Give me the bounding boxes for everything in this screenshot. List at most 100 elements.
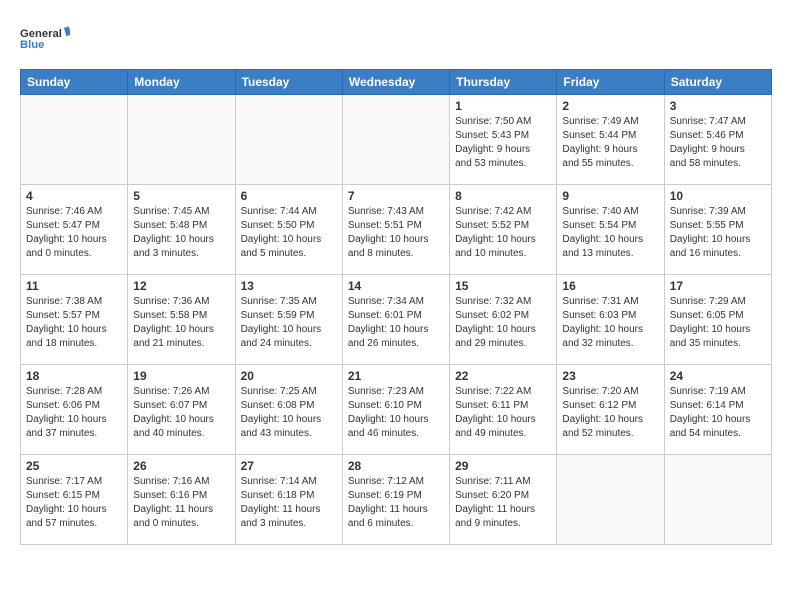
day-number: 20: [241, 369, 337, 383]
day-info: Sunrise: 7:14 AM Sunset: 6:18 PM Dayligh…: [241, 475, 337, 531]
day-number: 3: [670, 99, 766, 113]
day-number: 26: [133, 459, 229, 473]
calendar-cell: 3 Sunrise: 7:47 AM Sunset: 5:46 PM Daylig…: [664, 95, 771, 185]
day-info: Sunrise: 7:19 AM Sunset: 6:14 PM Dayligh…: [670, 385, 766, 441]
day-number: 2: [562, 99, 658, 113]
calendar-cell: 29Sunrise: 7:11 AM Sunset: 6:20 PM Dayli…: [450, 455, 557, 545]
weekday-header-saturday: Saturday: [664, 70, 771, 95]
svg-text:General: General: [20, 28, 62, 40]
day-info: Sunrise: 7:28 AM Sunset: 6:06 PM Dayligh…: [26, 385, 122, 441]
day-number: 16: [562, 279, 658, 293]
calendar-cell: 7 Sunrise: 7:43 AM Sunset: 5:51 PM Daylig…: [342, 185, 449, 275]
calendar-cell: 14 Sunrise: 7:34 AM Sunset: 6:01 PM Dayli…: [342, 275, 449, 365]
day-number: 8: [455, 189, 551, 203]
week-row-1: 4 Sunrise: 7:46 AM Sunset: 5:47 PM Daylig…: [21, 185, 772, 275]
calendar-cell: 8 Sunrise: 7:42 AM Sunset: 5:52 PM Daylig…: [450, 185, 557, 275]
day-info: Sunrise: 7:16 AM Sunset: 6:16 PM Dayligh…: [133, 475, 229, 531]
day-info: Sunrise: 7:36 AM Sunset: 5:58 PM Dayligh…: [133, 295, 229, 351]
day-number: 25: [26, 459, 122, 473]
day-number: 6: [241, 189, 337, 203]
day-info: Sunrise: 7:34 AM Sunset: 6:01 PM Dayligh…: [348, 295, 444, 351]
calendar-cell: [557, 455, 664, 545]
day-number: 11: [26, 279, 122, 293]
weekday-header-wednesday: Wednesday: [342, 70, 449, 95]
day-info: Sunrise: 7:20 AM Sunset: 6:12 PM Dayligh…: [562, 385, 658, 441]
day-number: 7: [348, 189, 444, 203]
day-info: Sunrise: 7:38 AM Sunset: 5:57 PM Dayligh…: [26, 295, 122, 351]
week-row-4: 25Sunrise: 7:17 AM Sunset: 6:15 PM Dayli…: [21, 455, 772, 545]
day-info: Sunrise: 7:40 AM Sunset: 5:54 PM Dayligh…: [562, 205, 658, 261]
day-number: 4: [26, 189, 122, 203]
day-info: Sunrise: 7:42 AM Sunset: 5:52 PM Dayligh…: [455, 205, 551, 261]
day-number: 14: [348, 279, 444, 293]
week-row-2: 11 Sunrise: 7:38 AM Sunset: 5:57 PM Dayli…: [21, 275, 772, 365]
day-number: 18: [26, 369, 122, 383]
day-info: Sunrise: 7:22 AM Sunset: 6:11 PM Dayligh…: [455, 385, 551, 441]
day-number: 13: [241, 279, 337, 293]
day-info: Sunrise: 7:45 AM Sunset: 5:48 PM Dayligh…: [133, 205, 229, 261]
calendar-table: SundayMondayTuesdayWednesdayThursdayFrid…: [20, 69, 772, 545]
calendar-cell: 6 Sunrise: 7:44 AM Sunset: 5:50 PM Daylig…: [235, 185, 342, 275]
day-info: Sunrise: 7:43 AM Sunset: 5:51 PM Dayligh…: [348, 205, 444, 261]
calendar-cell: 24 Sunrise: 7:19 AM Sunset: 6:14 PM Dayli…: [664, 365, 771, 455]
day-info: Sunrise: 7:23 AM Sunset: 6:10 PM Dayligh…: [348, 385, 444, 441]
day-info: Sunrise: 7:46 AM Sunset: 5:47 PM Dayligh…: [26, 205, 122, 261]
calendar-cell: 20 Sunrise: 7:25 AM Sunset: 6:08 PM Dayli…: [235, 365, 342, 455]
day-number: 24: [670, 369, 766, 383]
day-number: 10: [670, 189, 766, 203]
day-number: 21: [348, 369, 444, 383]
day-info: Sunrise: 7:39 AM Sunset: 5:55 PM Dayligh…: [670, 205, 766, 261]
day-info: Sunrise: 7:32 AM Sunset: 6:02 PM Dayligh…: [455, 295, 551, 351]
day-number: 23: [562, 369, 658, 383]
calendar-cell: 15Sunrise: 7:32 AM Sunset: 6:02 PM Dayli…: [450, 275, 557, 365]
calendar-cell: 27 Sunrise: 7:14 AM Sunset: 6:18 PM Dayli…: [235, 455, 342, 545]
day-number: 1: [455, 99, 551, 113]
calendar-cell: [664, 455, 771, 545]
day-number: 5: [133, 189, 229, 203]
day-info: Sunrise: 7:12 AM Sunset: 6:19 PM Dayligh…: [348, 475, 444, 531]
day-info: Sunrise: 7:50 AM Sunset: 5:43 PM Dayligh…: [455, 115, 551, 171]
day-number: 22: [455, 369, 551, 383]
weekday-header-thursday: Thursday: [450, 70, 557, 95]
day-number: 29: [455, 459, 551, 473]
calendar-cell: [235, 95, 342, 185]
day-info: Sunrise: 7:29 AM Sunset: 6:05 PM Dayligh…: [670, 295, 766, 351]
calendar-cell: 10 Sunrise: 7:39 AM Sunset: 5:55 PM Dayli…: [664, 185, 771, 275]
day-info: Sunrise: 7:26 AM Sunset: 6:07 PM Dayligh…: [133, 385, 229, 441]
calendar-cell: 16 Sunrise: 7:31 AM Sunset: 6:03 PM Dayli…: [557, 275, 664, 365]
day-info: Sunrise: 7:25 AM Sunset: 6:08 PM Dayligh…: [241, 385, 337, 441]
weekday-header-tuesday: Tuesday: [235, 70, 342, 95]
calendar-cell: 26 Sunrise: 7:16 AM Sunset: 6:16 PM Dayli…: [128, 455, 235, 545]
day-number: 28: [348, 459, 444, 473]
calendar-cell: 12Sunrise: 7:36 AM Sunset: 5:58 PM Dayli…: [128, 275, 235, 365]
day-number: 27: [241, 459, 337, 473]
calendar-cell: 21 Sunrise: 7:23 AM Sunset: 6:10 PM Dayli…: [342, 365, 449, 455]
calendar-cell: [342, 95, 449, 185]
day-info: Sunrise: 7:47 AM Sunset: 5:46 PM Dayligh…: [670, 115, 766, 171]
day-number: 17: [670, 279, 766, 293]
day-info: Sunrise: 7:49 AM Sunset: 5:44 PM Dayligh…: [562, 115, 658, 171]
weekday-header-friday: Friday: [557, 70, 664, 95]
page-header: General Blue: [20, 16, 772, 61]
day-number: 19: [133, 369, 229, 383]
calendar-cell: 25Sunrise: 7:17 AM Sunset: 6:15 PM Dayli…: [21, 455, 128, 545]
calendar-cell: 5 Sunrise: 7:45 AM Sunset: 5:48 PM Daylig…: [128, 185, 235, 275]
week-row-0: 1 Sunrise: 7:50 AM Sunset: 5:43 PM Daylig…: [21, 95, 772, 185]
day-info: Sunrise: 7:44 AM Sunset: 5:50 PM Dayligh…: [241, 205, 337, 261]
weekday-header-sunday: Sunday: [21, 70, 128, 95]
day-info: Sunrise: 7:31 AM Sunset: 6:03 PM Dayligh…: [562, 295, 658, 351]
calendar-cell: 28 Sunrise: 7:12 AM Sunset: 6:19 PM Dayli…: [342, 455, 449, 545]
calendar-cell: 19 Sunrise: 7:26 AM Sunset: 6:07 PM Dayli…: [128, 365, 235, 455]
day-number: 9: [562, 189, 658, 203]
logo-svg: General Blue: [20, 16, 70, 61]
calendar-cell: 22 Sunrise: 7:22 AM Sunset: 6:11 PM Dayli…: [450, 365, 557, 455]
calendar-cell: 18 Sunrise: 7:28 AM Sunset: 6:06 PM Dayli…: [21, 365, 128, 455]
calendar-cell: 11 Sunrise: 7:38 AM Sunset: 5:57 PM Dayli…: [21, 275, 128, 365]
calendar-cell: [128, 95, 235, 185]
calendar-cell: 2 Sunrise: 7:49 AM Sunset: 5:44 PM Daylig…: [557, 95, 664, 185]
weekday-header-monday: Monday: [128, 70, 235, 95]
calendar-cell: 9 Sunrise: 7:40 AM Sunset: 5:54 PM Daylig…: [557, 185, 664, 275]
calendar-cell: 1 Sunrise: 7:50 AM Sunset: 5:43 PM Daylig…: [450, 95, 557, 185]
calendar-cell: 4 Sunrise: 7:46 AM Sunset: 5:47 PM Daylig…: [21, 185, 128, 275]
svg-text:Blue: Blue: [20, 39, 44, 51]
